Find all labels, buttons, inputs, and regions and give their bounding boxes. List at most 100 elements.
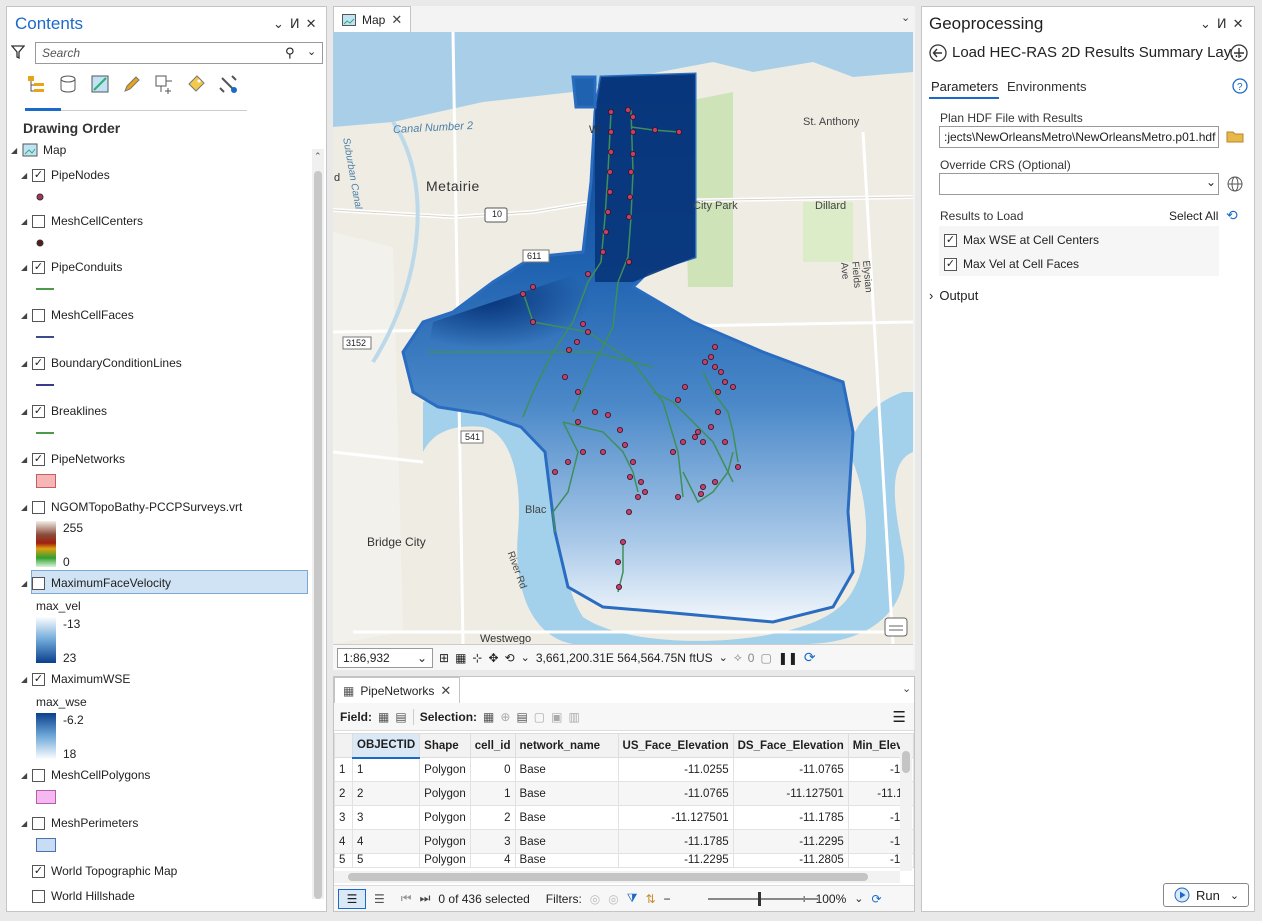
column-header[interactable]: network_name [514,733,619,758]
calculate-field-icon[interactable]: ▤ [395,710,406,724]
search-input[interactable]: Search [35,42,323,64]
perspective-icon[interactable] [217,73,239,95]
close-icon[interactable]: ✕ [1233,16,1244,32]
chevron-down-icon[interactable]: ⌄ [719,651,728,664]
layer-pipe-networks[interactable]: ◢ ✓ PipeNetworks [21,448,125,470]
layer-checkbox[interactable] [32,576,45,590]
layer-topobathy[interactable]: ◢ NGOMTopoBathy-PCCPSurveys.vrt [21,496,242,518]
layer-checkbox[interactable] [32,308,45,322]
data-source-icon[interactable] [57,73,79,95]
back-icon[interactable] [929,44,947,62]
column-header[interactable]: DS_Face_Elevation [732,733,849,758]
help-icon[interactable]: ? [1232,78,1248,94]
close-icon[interactable]: ✕ [440,683,451,699]
layer-checkbox[interactable]: ✓ [32,260,45,274]
chevron-down-icon[interactable]: ⌄ [902,682,911,695]
pin-icon[interactable]: ⵍ [1217,16,1227,32]
table-row[interactable]: 33Polygon2Base-11.127501-11.1785-11. [334,805,915,830]
selected-features-icon[interactable]: ⟡ [734,650,742,665]
globe-icon[interactable] [1227,176,1243,192]
column-header[interactable]: Shape [419,733,471,758]
pin-icon[interactable]: ⵍ [290,16,300,32]
expand-icon[interactable]: ◢ [21,771,29,780]
table-row[interactable]: 44Polygon3Base-11.1785-11.2295-11. [334,829,915,854]
tab-environments[interactable]: Environments [1007,79,1086,94]
expand-icon[interactable]: ◢ [21,579,29,588]
expand-icon[interactable]: ◢ [21,359,29,368]
scroll-up-icon[interactable]: ⌃ [314,151,322,162]
layer-pipe-nodes[interactable]: ◢ ✓ PipeNodes [21,164,110,186]
zoom-slider[interactable] [708,898,818,900]
search-icon[interactable]: ⚲ [285,45,295,61]
column-header[interactable]: cell_id [469,733,516,758]
drawing-order-icon[interactable] [25,73,47,95]
chevron-down-icon[interactable]: ⌄ [854,892,863,905]
expand-icon[interactable]: ◢ [21,675,29,684]
layer-world-hillshade[interactable]: World Hillshade [32,885,135,907]
chevron-down-icon[interactable]: ⌄ [901,11,910,24]
map-canvas[interactable]: Canal Number 2 St. Anthony Suburban Cana… [333,32,913,644]
table-row[interactable]: 11Polygon0Base-11.0255-11.0765-11. [334,757,915,782]
last-record-icon[interactable]: ⏭ [420,891,431,906]
layer-checkbox[interactable]: ✓ [32,168,45,182]
first-record-icon[interactable]: ⏮ [401,891,412,906]
layer-checkbox[interactable] [32,214,45,228]
grid-icon[interactable]: ⊞ [439,651,449,665]
snapping-icon[interactable] [153,73,175,95]
column-header[interactable]: OBJECTID [351,733,421,759]
layer-checkbox[interactable]: ✓ [32,404,45,418]
labeling-icon[interactable] [185,73,207,95]
sort-icon[interactable]: ⇅ [645,892,655,906]
chevron-down-icon[interactable]: ⌄ [1230,889,1239,902]
expand-icon[interactable]: ◢ [21,503,29,512]
scrollbar-thumb[interactable] [314,171,322,899]
layer-pipe-conduits[interactable]: ◢ ✓ PipeConduits [21,256,122,278]
filter-query-icon[interactable]: ⧩ [627,891,638,906]
expand-icon[interactable]: ◢ [11,146,19,155]
layer-checkbox[interactable]: ✓ [32,864,45,878]
show-selected-records-icon[interactable]: ☰ [374,892,385,906]
layer-checkbox[interactable]: ✓ [32,452,45,466]
expand-icon[interactable]: ◢ [21,455,29,464]
reset-icon[interactable]: ⟲ [1226,207,1238,224]
rotate-icon[interactable]: ⟲ [505,651,515,665]
option-max-wse[interactable]: ✓ Max WSE at Cell Centers [944,233,1099,247]
layer-checkbox[interactable]: ✓ [32,672,45,686]
column-header[interactable]: US_Face_Elevation [617,733,734,758]
filter-definition-icon[interactable]: ◎ [608,892,618,906]
option-max-vel[interactable]: ✓ Max Vel at Cell Faces [944,257,1079,271]
select-by-attributes-icon[interactable]: ▦ [483,710,494,724]
copy-selection-icon[interactable]: ▥ [568,710,579,724]
scrollbar-thumb[interactable] [348,873,868,881]
show-all-records-icon[interactable]: ☰ [338,888,366,909]
output-section[interactable]: › Output [929,288,978,303]
close-icon[interactable]: ✕ [306,16,317,32]
refresh-cache-icon[interactable]: ▢ [760,651,771,665]
table-row[interactable]: 2 2 Polygon 1 Base -11.0765 -11.127501 -11.12 [334,781,915,806]
chevron-down-icon[interactable]: ⌄ [273,16,284,32]
crs-dropdown[interactable] [939,173,1219,195]
zoom-level[interactable]: 100% [816,892,847,906]
delete-selection-icon[interactable]: ▣ [551,710,562,724]
layer-checkbox[interactable] [32,500,45,514]
filter-extent-icon[interactable]: ◎ [590,892,600,906]
run-button[interactable]: Run ⌄ [1163,883,1249,907]
add-icon[interactable] [1230,44,1248,62]
expand-icon[interactable]: ◢ [21,407,29,416]
checkbox[interactable]: ✓ [944,257,957,271]
tab-pipenetworks[interactable]: ▦ PipeNetworks ✕ [334,677,461,703]
zoom-out-icon[interactable]: − [664,892,671,906]
slider-thumb[interactable] [758,892,761,906]
tab-parameters[interactable]: Parameters [931,79,998,94]
close-icon[interactable]: ✕ [391,12,402,28]
plan-hdf-field[interactable]: :jects\NewOrleansMetro\NewOrleansMetro.p… [939,126,1219,148]
folder-icon[interactable] [1226,128,1244,144]
layer-map[interactable]: ◢ Map [11,139,66,161]
chevron-down-icon[interactable]: ⌄ [1206,175,1216,189]
layer-checkbox[interactable]: ✓ [32,356,45,370]
chevron-down-icon[interactable]: ⌄ [521,651,530,664]
expand-icon[interactable]: ◢ [21,263,29,272]
zoom-to-selection-icon[interactable]: ⊕ [500,710,510,724]
tab-map[interactable]: Map ✕ [333,6,412,32]
scrollbar-thumb[interactable] [902,751,910,773]
